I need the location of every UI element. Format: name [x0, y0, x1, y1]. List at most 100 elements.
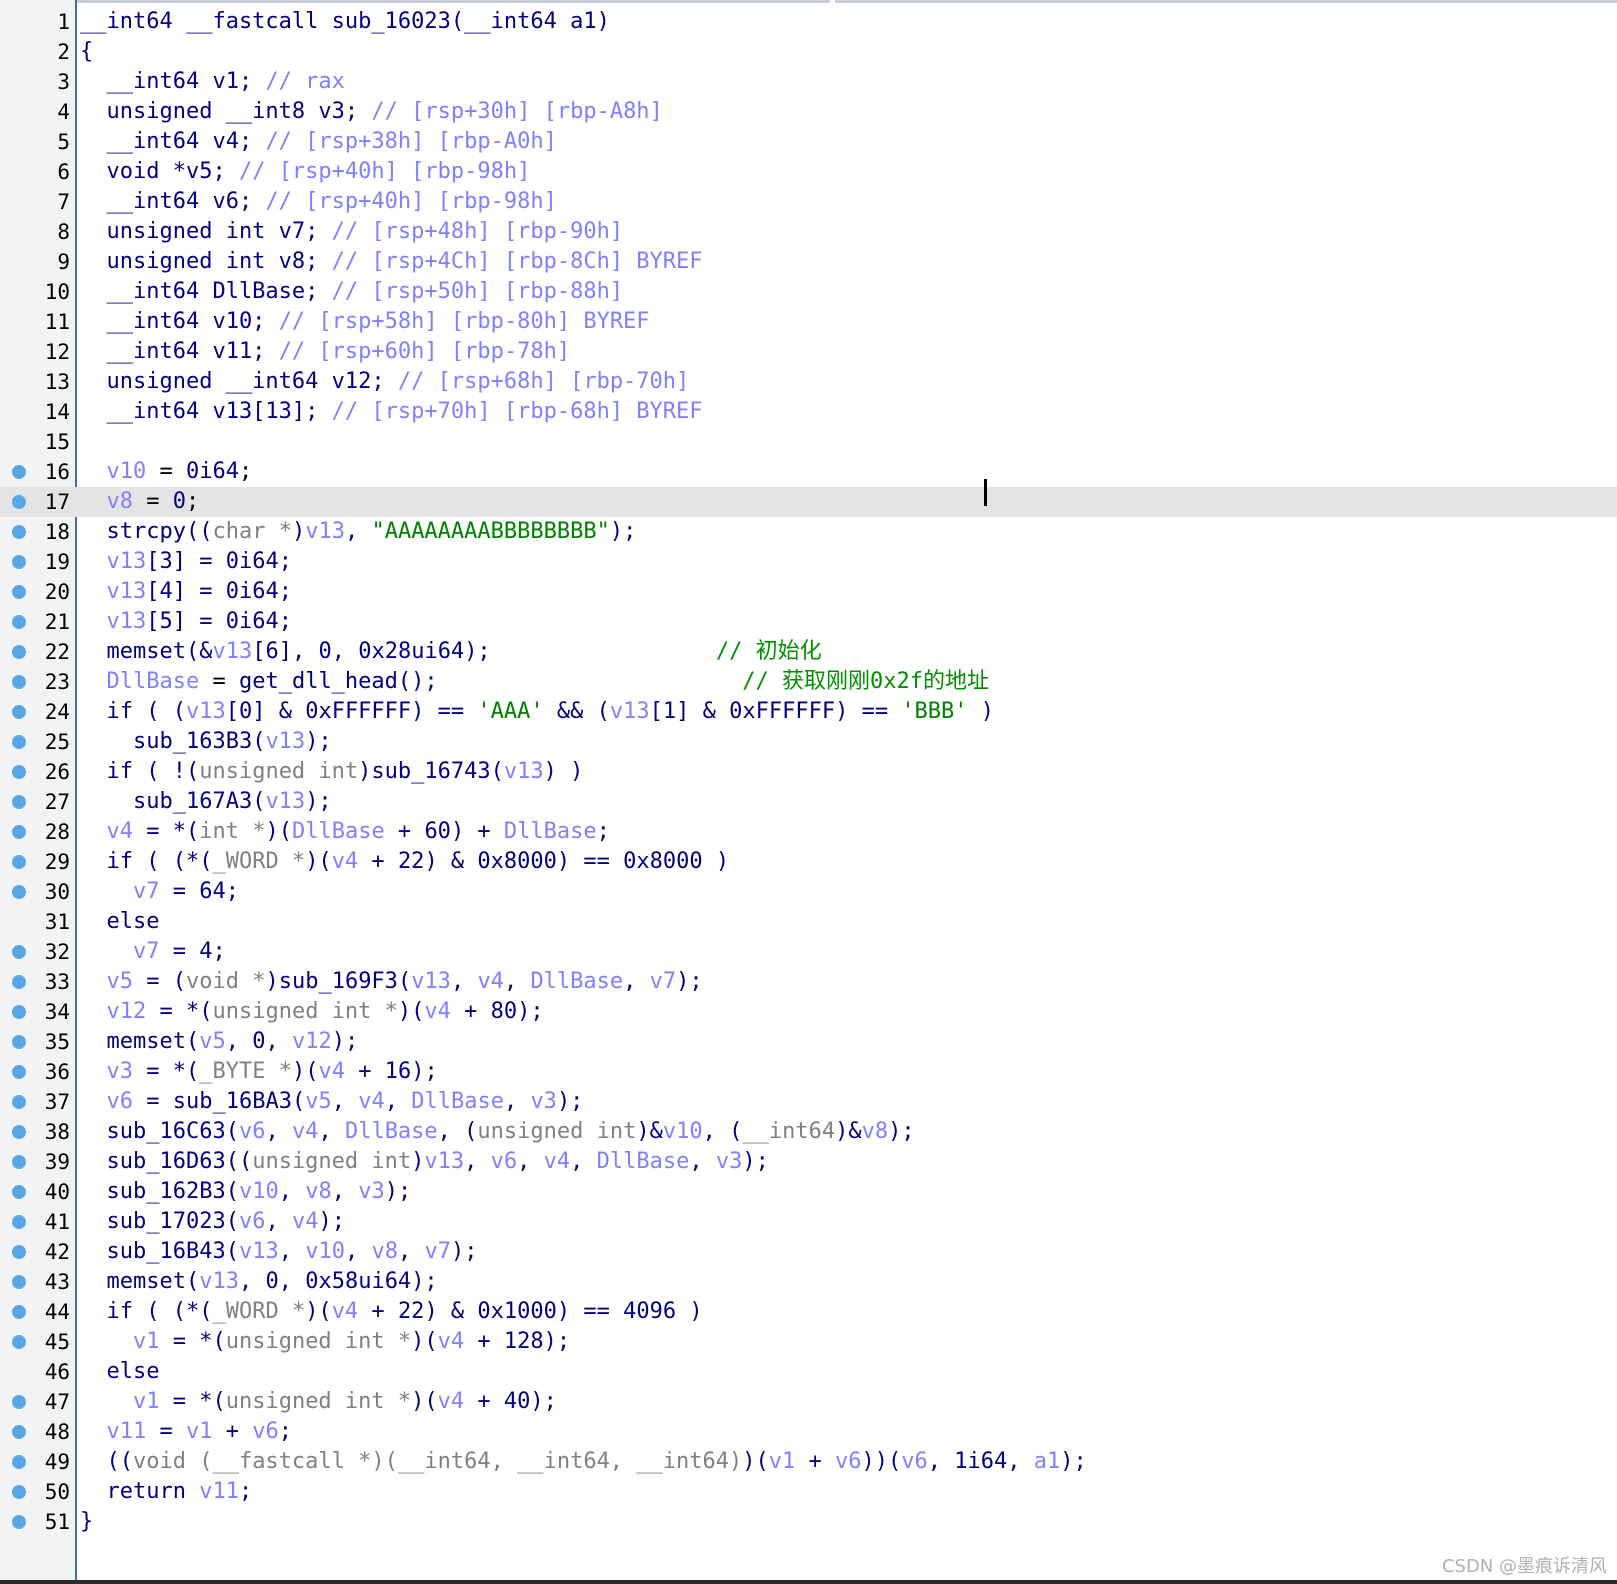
code-line[interactable]: 43 memset(v13, 0, 0x58ui64); — [0, 1267, 1617, 1297]
code-line[interactable]: 12 __int64 v11; // [rsp+60h] [rbp-78h] — [0, 337, 1617, 367]
code-line[interactable]: 23 DllBase = get_dll_head(); // 获取刚刚0x2f… — [0, 667, 1617, 697]
code-line[interactable]: 47 v1 = *(unsigned int *)(v4 + 40); — [0, 1387, 1617, 1417]
code-token: 0i64 — [186, 459, 239, 484]
code-line[interactable]: 31 else — [0, 907, 1617, 937]
code-token: 4 — [199, 939, 213, 964]
code-line[interactable]: 24 if ( (v13[0] & 0xFFFFFF) == 'AAA' && … — [0, 697, 1617, 727]
code-line[interactable]: 2{ — [0, 37, 1617, 67]
code-token: // rax — [265, 69, 345, 94]
code-line[interactable]: 42 sub_16B43(v13, v10, v8, v7); — [0, 1237, 1617, 1267]
code-line[interactable]: 5 __int64 v4; // [rsp+38h] [rbp-A0h] — [0, 127, 1617, 157]
code-line[interactable]: 49 ((void (__fastcall *)(__int64, __int6… — [0, 1447, 1617, 1477]
code-line[interactable]: 32 v7 = 4; — [0, 937, 1617, 967]
code-text: __int64 v6; // [rsp+40h] [rbp-98h] — [80, 187, 556, 217]
line-number: 6 — [57, 160, 70, 184]
code-token: ) == — [835, 699, 902, 724]
code-token: (( — [80, 1449, 133, 1474]
code-line[interactable]: 10 __int64 DllBase; // [rsp+50h] [rbp-88… — [0, 277, 1617, 307]
code-token: ) — [676, 1299, 703, 1324]
code-token: )( — [305, 1299, 332, 1324]
code-line[interactable]: 22 memset(&v13[6], 0, 0x28ui64); // 初始化 — [0, 637, 1617, 667]
code-token: sub_162B3 — [80, 1179, 226, 1204]
code-line[interactable]: 34 v12 = *(unsigned int *)(v4 + 80); — [0, 997, 1617, 1027]
code-token: v4 — [106, 819, 134, 844]
code-token: DllBase — [291, 819, 385, 844]
code-line[interactable]: 46 else — [0, 1357, 1617, 1387]
code-line[interactable]: 45 v1 = *(unsigned int *)(v4 + 128); — [0, 1327, 1617, 1357]
code-token: sub_16B43 — [80, 1239, 226, 1264]
code-token: v6 — [238, 1209, 266, 1234]
code-line[interactable]: 17 v8 = 0; — [0, 487, 1617, 517]
code-token: ; — [212, 939, 226, 964]
code-line[interactable]: 4 unsigned __int8 v3; // [rsp+30h] [rbp-… — [0, 97, 1617, 127]
code-token: + — [212, 1419, 253, 1444]
code-line[interactable]: 51} — [0, 1507, 1617, 1537]
code-token: DllBase — [530, 969, 624, 994]
code-line[interactable]: 15 — [0, 427, 1617, 457]
line-number: 50 — [44, 1480, 70, 1504]
code-line[interactable]: 19 v13[3] = 0i64; — [0, 547, 1617, 577]
code-text: unsigned __int8 v3; // [rsp+30h] [rbp-A8… — [80, 97, 662, 127]
code-line[interactable]: 35 memset(v5, 0, v12); — [0, 1027, 1617, 1057]
code-token: 128 — [503, 1329, 544, 1354]
code-line[interactable]: 18 strcpy((char *)v13, "AAAAAAAABBBBBBBB… — [0, 517, 1617, 547]
code-line[interactable]: 27 sub_167A3(v13); — [0, 787, 1617, 817]
code-line[interactable]: 7 __int64 v6; // [rsp+40h] [rbp-98h] — [0, 187, 1617, 217]
pseudocode-editor[interactable]: 1 __int64 __fastcall sub_16023(__int64 a1… — [0, 7, 1617, 1537]
code-line[interactable]: 26 if ( !(unsigned int)sub_16743(v13) ) — [0, 757, 1617, 787]
code-token: DllBase — [596, 1149, 690, 1174]
code-token: 'BBB' — [901, 699, 968, 724]
code-token: , — [503, 1089, 531, 1114]
code-token: + — [464, 1329, 504, 1354]
line-number: 45 — [44, 1330, 70, 1354]
code-text: v13[4] = 0i64; — [80, 577, 292, 607]
code-token: 0x8000 — [623, 849, 703, 874]
code-token: v13 — [106, 549, 147, 574]
code-line[interactable]: 40 sub_162B3(v10, v8, v3); — [0, 1177, 1617, 1207]
code-line[interactable]: 16 v10 = 0i64; — [0, 457, 1617, 487]
code-line[interactable]: 29 if ( (*(_WORD *)(v4 + 22) & 0x8000) =… — [0, 847, 1617, 877]
code-token: unsigned int * — [225, 1329, 412, 1354]
code-line[interactable]: 9 unsigned int v8; // [rsp+4Ch] [rbp-8Ch… — [0, 247, 1617, 277]
code-line[interactable]: 48 v11 = v1 + v6; — [0, 1417, 1617, 1447]
code-line[interactable]: 1 __int64 __fastcall sub_16023(__int64 a1… — [0, 7, 1617, 37]
code-token: v13 — [424, 1149, 465, 1174]
code-line[interactable]: 37 v6 = sub_16BA3(v5, v4, DllBase, v3); — [0, 1087, 1617, 1117]
code-line[interactable]: 3 __int64 v1; // rax — [0, 67, 1617, 97]
code-token: ) == — [556, 849, 624, 874]
code-token: ; — [238, 1479, 253, 1504]
code-token: ) — [265, 969, 279, 994]
code-line[interactable]: 44 if ( (*(_WORD *)(v4 + 22) & 0x1000) =… — [0, 1297, 1617, 1327]
code-token: ) — [596, 9, 610, 34]
code-token: , — [927, 1449, 955, 1474]
code-line[interactable]: 21 v13[5] = 0i64; — [0, 607, 1617, 637]
line-number: 18 — [44, 520, 70, 544]
code-line[interactable]: 8 unsigned int v7; // [rsp+48h] [rbp-90h… — [0, 217, 1617, 247]
code-line[interactable]: 30 v7 = 64; — [0, 877, 1617, 907]
code-line[interactable]: 33 v5 = (void *)sub_169F3(v13, v4, DllBa… — [0, 967, 1617, 997]
code-text: v8 = 0; — [80, 487, 200, 517]
line-number: 43 — [44, 1270, 70, 1294]
code-line[interactable]: 13 unsigned __int64 v12; // [rsp+68h] [r… — [0, 367, 1617, 397]
code-token: ); — [305, 729, 332, 754]
code-token: [ — [225, 699, 239, 724]
code-token: , — [225, 1029, 253, 1054]
code-line[interactable]: 11 __int64 v10; // [rsp+58h] [rbp-80h] B… — [0, 307, 1617, 337]
code-line[interactable]: 20 v13[4] = 0i64; — [0, 577, 1617, 607]
code-line[interactable]: 41 sub_17023(v6, v4); — [0, 1207, 1617, 1237]
code-line[interactable]: 36 v3 = *(_BYTE *)(v4 + 16); — [0, 1057, 1617, 1087]
code-line[interactable]: 6 void *v5; // [rsp+40h] [rbp-98h] — [0, 157, 1617, 187]
code-token: , — [265, 1119, 292, 1144]
code-line[interactable]: 14 __int64 v13[13]; // [rsp+70h] [rbp-68… — [0, 397, 1617, 427]
code-line[interactable]: 39 sub_16D63((unsigned int)v13, v6, v4, … — [0, 1147, 1617, 1177]
code-line[interactable]: 25 sub_163B3(v13); — [0, 727, 1617, 757]
code-line[interactable]: 38 sub_16C63(v6, v4, DllBase, (unsigned … — [0, 1117, 1617, 1147]
code-token: , — [517, 1149, 544, 1174]
code-text: v1 = *(unsigned int *)(v4 + 128); — [80, 1327, 570, 1357]
code-token: v4 — [291, 1119, 319, 1144]
code-line[interactable]: 28 v4 = *(int *)(DllBase + 60) + DllBase… — [0, 817, 1617, 847]
code-line[interactable]: 50 return v11; — [0, 1477, 1617, 1507]
code-token: 0x8000 — [477, 849, 557, 874]
code-token: v4 — [318, 1059, 345, 1084]
